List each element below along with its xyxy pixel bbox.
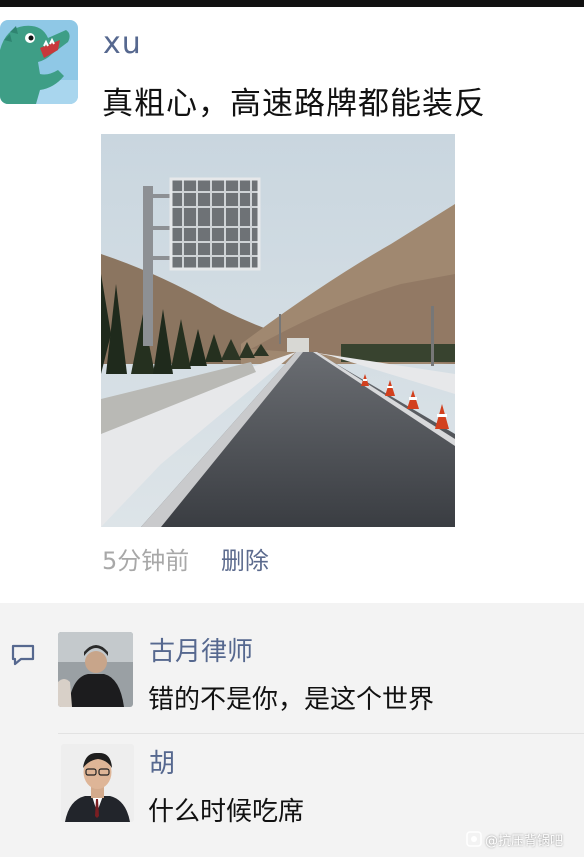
comment-text: 错的不是你，是这个世界 bbox=[148, 685, 435, 715]
post-photo[interactable] bbox=[101, 134, 455, 527]
commenter-avatar[interactable] bbox=[58, 632, 133, 707]
post-text: 真粗心，高速路牌都能装反 bbox=[102, 86, 486, 122]
comments-section: 古月律师 错的不是你，是这个世界 胡 什么时候吃席 bbox=[0, 603, 584, 857]
delete-link[interactable]: 删除 bbox=[221, 547, 269, 575]
commenter-name[interactable]: 胡 bbox=[149, 743, 175, 780]
comment-divider bbox=[58, 733, 584, 734]
post-meta: 5分钟前 删除 bbox=[102, 541, 269, 576]
post-timestamp: 5分钟前 bbox=[102, 547, 190, 575]
status-bar-edge bbox=[0, 0, 584, 7]
comment-bubble-icon[interactable] bbox=[10, 643, 36, 667]
watermark-text: @抗压背锅吧 bbox=[485, 833, 564, 849]
watermark: @抗压背锅吧 bbox=[466, 826, 563, 852]
poster-avatar[interactable] bbox=[0, 20, 78, 104]
commenter-avatar[interactable] bbox=[61, 744, 134, 822]
commenter-name[interactable]: 古月律师 bbox=[149, 631, 253, 668]
comment-text: 什么时候吃席 bbox=[148, 797, 305, 827]
tieba-logo-icon bbox=[466, 831, 482, 847]
poster-name[interactable]: xu bbox=[103, 26, 142, 61]
